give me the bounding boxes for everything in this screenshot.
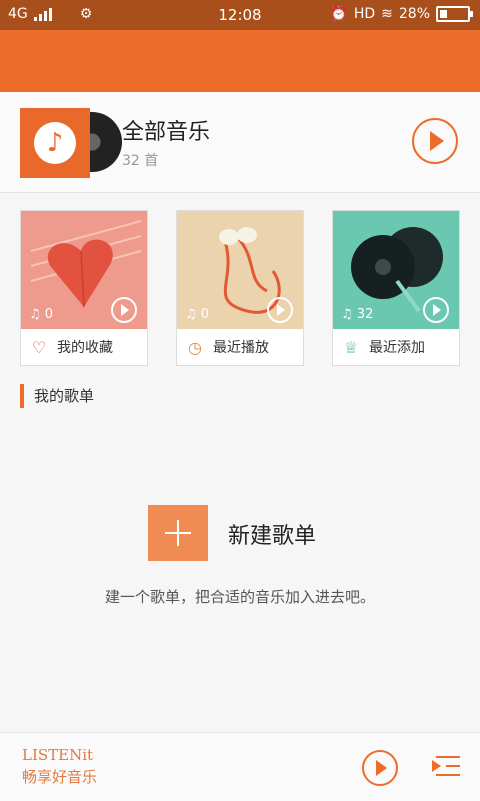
favorites-label: 我的收藏: [57, 340, 113, 356]
status-bar: 4G ⚙ 12:08 ⏰ HD ≋ 28%: [0, 0, 480, 30]
app-header: [0, 30, 480, 92]
all-music-count: 32 首: [122, 153, 159, 169]
new-playlist-button[interactable]: [148, 505, 208, 561]
clock-icon: ◷: [188, 337, 202, 357]
battery-label: 28%: [398, 6, 430, 22]
favorites-tile[interactable]: ♫ 0 ♡ 我的收藏: [20, 210, 148, 366]
note-icon: ♫: [185, 307, 201, 322]
recently-added-label: 最近添加: [369, 340, 425, 356]
bottom-play-button[interactable]: [362, 750, 398, 786]
note-icon: ♫: [341, 307, 357, 322]
crown-icon: ♕: [343, 337, 359, 357]
recently-played-count: 0: [200, 307, 210, 322]
heart-icon: ♡: [31, 337, 47, 357]
brand-slogan: 畅享好音乐: [22, 768, 98, 786]
new-playlist-hint: 建一个歌单，把合适的音乐加入进去吧。: [104, 588, 375, 606]
all-music-title[interactable]: 全部音乐: [122, 114, 210, 146]
album-art[interactable]: ♪: [20, 108, 122, 178]
battery-icon: [436, 6, 473, 22]
wifi-icon: ≋: [381, 6, 393, 22]
recently-played-tile[interactable]: ♫ 0 ◷ 最近播放: [176, 210, 304, 366]
favorites-count: 0: [44, 307, 54, 322]
my-playlists-heading: 我的歌单: [20, 384, 94, 408]
brand-name: LISTENit: [22, 746, 94, 764]
music-note-icon: ♪: [34, 122, 76, 164]
favorites-play-button[interactable]: [111, 297, 137, 323]
recently-added-count: 32: [356, 307, 374, 322]
alarm-icon: ⏰: [330, 6, 348, 22]
recently-played-play-button[interactable]: [267, 297, 293, 323]
recently-added-play-button[interactable]: [423, 297, 449, 323]
note-icon: ♫: [29, 307, 45, 322]
playlist-queue-icon[interactable]: [432, 754, 460, 778]
new-playlist-label[interactable]: 新建歌单: [228, 518, 316, 550]
hd-label: HD: [353, 6, 376, 22]
recently-played-label: 最近播放: [213, 340, 269, 356]
play-all-button[interactable]: [412, 118, 458, 164]
recently-added-tile[interactable]: ♫ 32 ♕ 最近添加: [332, 210, 460, 366]
